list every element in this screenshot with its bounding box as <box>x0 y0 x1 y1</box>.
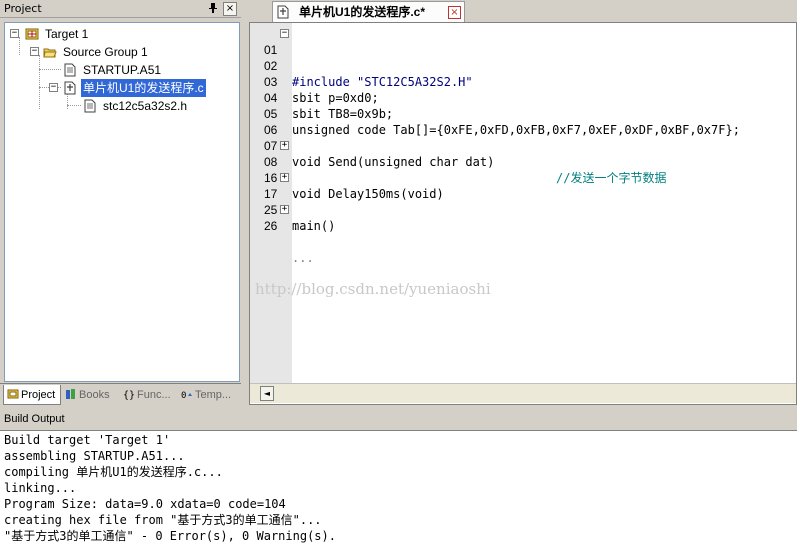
close-panel-button[interactable]: × <box>223 2 237 16</box>
project-icon <box>7 389 19 399</box>
close-tab-button[interactable]: × <box>448 6 461 19</box>
code-line[interactable]: 07 void Send(unsigned char dat) //发送一个字节… <box>250 122 796 185</box>
horizontal-scrollbar[interactable]: ◄ <box>250 383 796 403</box>
collapse-toggle-icon[interactable]: − <box>10 29 19 38</box>
tree-item-target[interactable]: − Target 1 <box>5 25 235 43</box>
folded-code[interactable]: ... <box>292 250 314 266</box>
fold-toggle-icon[interactable]: − <box>280 29 289 38</box>
build-output-line: Build target 'Target 1' <box>4 433 171 447</box>
editor-tab-label: 单片机U1的发送程序.c* <box>299 5 426 19</box>
project-title: Project <box>4 2 42 15</box>
collapse-toggle-icon[interactable]: − <box>30 47 39 56</box>
tab-project[interactable]: Project <box>3 385 61 405</box>
tree-item-file[interactable]: STARTUP.A51 <box>5 61 235 79</box>
pin-icon[interactable] <box>206 2 220 16</box>
editor-tab[interactable]: 单片机U1的发送程序.c* × <box>272 1 465 22</box>
code-line[interactable]: 16 void Delay150ms(void) <box>250 154 796 201</box>
tab-templates[interactable]: 0 Temp... <box>178 385 240 405</box>
expand-toggle-icon[interactable]: + <box>280 205 289 214</box>
tree-label-file: STARTUP.A51 <box>83 63 162 77</box>
tree-label-file-selected: 单片机U1的发送程序.c <box>81 79 206 97</box>
watermark: http://blog.csdn.net/yueniaoshi <box>255 280 491 298</box>
code-line[interactable]: 25 main() <box>250 186 796 233</box>
tree-item-source-group[interactable]: − Source Group 1 <box>5 43 235 61</box>
template-icon: 0 <box>181 391 192 400</box>
build-output-title: Build Output <box>4 413 65 425</box>
code-line[interactable]: 26 + ... <box>250 202 796 266</box>
tree-label-source-group: Source Group 1 <box>63 45 148 59</box>
build-output-line: creating hex file from "基于方式3的单工通信"... <box>4 513 322 527</box>
project-titlebar: Project × <box>0 0 241 18</box>
svg-text:{}: {} <box>123 390 135 400</box>
expand-toggle-icon[interactable]: + <box>280 173 289 182</box>
code-line[interactable]: 17 + ... <box>250 170 796 234</box>
header-file-icon <box>84 99 96 113</box>
project-tree: − Target 1 − Source Group 1 STARTUP.A51 <box>4 22 240 382</box>
file-icon <box>277 5 289 19</box>
tab-functions[interactable]: {} Func... <box>120 385 176 405</box>
target-icon <box>25 28 39 40</box>
tree-label-target: Target 1 <box>45 27 89 41</box>
books-icon <box>66 389 75 399</box>
tab-books[interactable]: Books <box>62 385 118 405</box>
file-icon <box>64 63 76 77</box>
build-output-line: Program Size: data=9.0 xdata=0 code=104 <box>4 497 286 511</box>
tree-item-file-selected[interactable]: − 单片机U1的发送程序.c <box>5 79 235 97</box>
line-number: 26 <box>264 219 278 233</box>
folder-open-icon <box>43 48 57 58</box>
build-output-line: assembling STARTUP.A51... <box>4 449 185 463</box>
svg-text:0: 0 <box>181 391 186 400</box>
build-output-line: "基于方式3的单工通信" - 0 Error(s), 0 Warning(s). <box>4 529 336 543</box>
tree-item-include-file[interactable]: stc12c5a32s2.h <box>5 97 235 115</box>
file-icon <box>64 81 76 95</box>
code-line[interactable]: 08 + ... <box>250 138 796 202</box>
tab-project-label: Project <box>21 389 56 401</box>
build-output-line: compiling 单片机U1的发送程序.c... <box>4 465 223 479</box>
code-line[interactable]: 02 <box>250 42 796 73</box>
project-panel: Project × − Target 1 − Source Group 1 ST… <box>0 0 241 408</box>
collapse-toggle-icon[interactable]: − <box>49 83 58 92</box>
code-line[interactable]: 04 sbit TB8=0x9b; <box>250 74 796 121</box>
code-text: main() <box>292 219 336 233</box>
code-line[interactable]: 01 − #include "STC12C5A32S2.H" <box>250 26 796 90</box>
code-line[interactable]: 03 sbit p=0xd0; <box>250 58 796 105</box>
tab-functions-label: Func... <box>137 389 171 401</box>
code-line[interactable]: 06 <box>250 106 796 137</box>
build-output-line: linking... <box>4 481 77 495</box>
tab-templates-label: Temp... <box>195 389 232 401</box>
project-tabs: Project Books {} Func... 0 Temp... <box>0 383 241 405</box>
scroll-left-arrow-icon[interactable]: ◄ <box>260 386 274 401</box>
tab-books-label: Books <box>79 389 110 401</box>
braces-icon: {} <box>123 390 135 400</box>
code-line[interactable]: 05 unsigned code Tab[]={0xFE,0xFD,0xFB,0… <box>250 90 796 137</box>
tree-label-include-file: stc12c5a32s2.h <box>103 99 188 113</box>
expand-toggle-icon[interactable]: + <box>280 141 289 150</box>
